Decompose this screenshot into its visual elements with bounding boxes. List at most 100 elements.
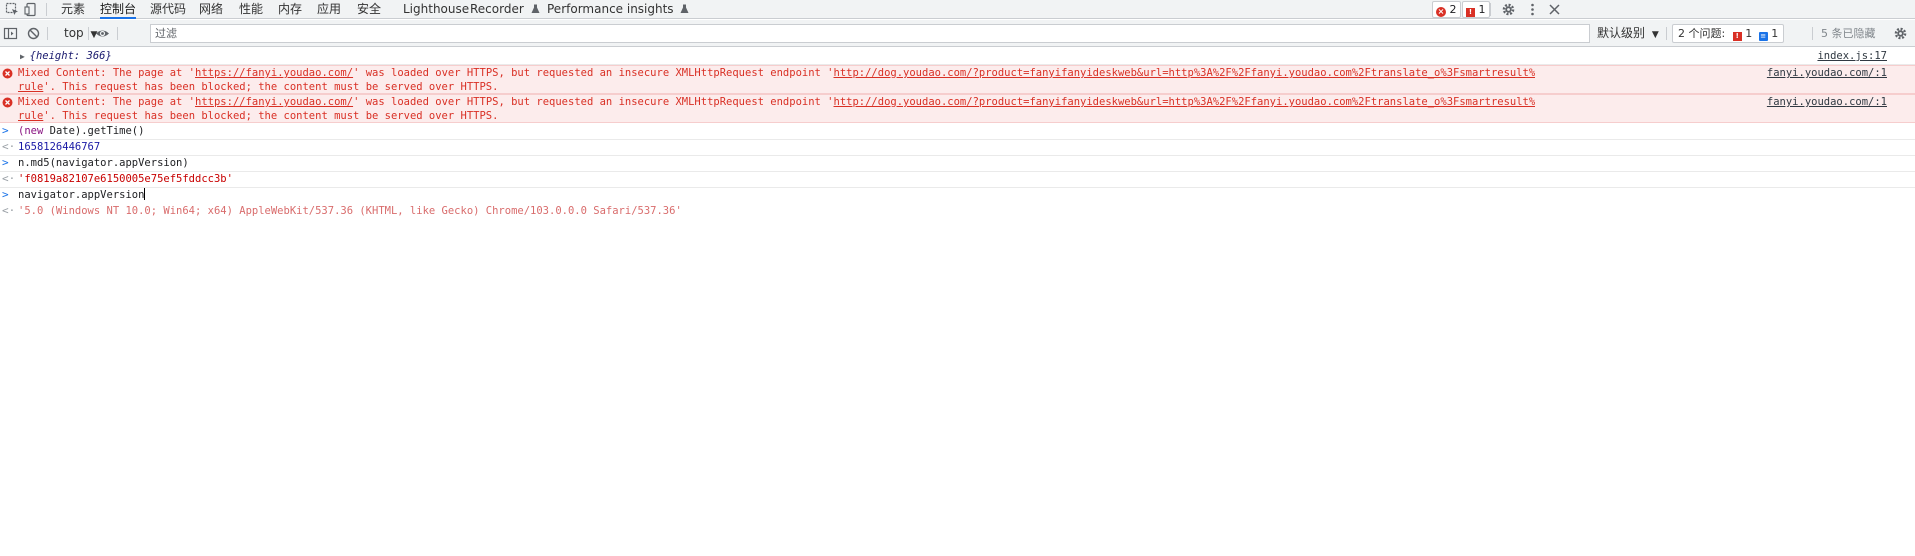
- object-preview[interactable]: ▶ {height: 366}: [20, 49, 1907, 64]
- tab-console[interactable]: 控制台: [100, 0, 137, 19]
- error-message-line-2: rule'. This request has been blocked; th…: [18, 109, 1907, 124]
- error-count: 2: [1449, 3, 1457, 16]
- error-text: ' was loaded over HTTPS, but requested a…: [353, 67, 834, 79]
- page-url-link[interactable]: https://fanyi.youdao.com/: [195, 96, 353, 108]
- devtools-tab-bar: 元素 控制台 源代码 网络 性能 内存 应用 安全 Lighthouse Rec…: [0, 0, 1915, 19]
- issues-count: 1: [1478, 3, 1486, 16]
- toolbar-divider: [117, 27, 118, 40]
- tab-recorder[interactable]: Recorder: [470, 0, 540, 19]
- error-icon: ×: [1436, 7, 1446, 17]
- input-prompt-icon: >: [2, 124, 9, 137]
- console-settings-gear-icon[interactable]: [1893, 26, 1908, 41]
- tab-application[interactable]: 应用: [317, 0, 341, 19]
- toolbar-divider: [47, 27, 48, 40]
- error-message-line-2: rule'. This request has been blocked; th…: [18, 80, 1907, 95]
- console-messages: ▶ {height: 366} index.js:17 Mixed Conten…: [0, 48, 1915, 556]
- result-arrow-icon: <·: [2, 172, 16, 185]
- info-message-icon: ≡: [1758, 32, 1768, 41]
- source-link[interactable]: fanyi.youdao.com/:1: [1767, 66, 1887, 81]
- hidden-messages-count: 5 条已隐藏: [1821, 27, 1876, 40]
- issues-button[interactable]: 2 个问题: ! 1 ≡ 1: [1672, 24, 1785, 43]
- live-expression-eye-icon[interactable]: [95, 26, 110, 41]
- input-prompt-icon: >: [2, 156, 9, 169]
- issues-count-badge[interactable]: ! 1: [1462, 1, 1490, 18]
- experimental-flask-icon: [680, 4, 689, 13]
- prompt-text: navigator.appVersion: [18, 189, 145, 201]
- tab-sources[interactable]: 源代码: [150, 0, 186, 19]
- toolbar-divider: [1490, 3, 1491, 16]
- device-toolbar-icon[interactable]: [24, 2, 39, 17]
- command-text[interactable]: (new Date).getTime(): [18, 124, 1907, 139]
- tab-performance[interactable]: 性能: [239, 0, 263, 19]
- issues-label: 2 个问题:: [1678, 27, 1726, 40]
- error-count-badge[interactable]: × 2: [1432, 1, 1461, 18]
- issues-info-count: 1: [1771, 27, 1779, 40]
- source-link[interactable]: index.js:17: [1817, 49, 1887, 64]
- error-text: Mixed Content: The page at ': [18, 96, 196, 108]
- more-options-icon[interactable]: [1525, 2, 1540, 17]
- endpoint-url-link[interactable]: http://dog.youdao.com/?product=fanyifany…: [834, 67, 1536, 79]
- console-prompt[interactable]: > navigator.appVersion: [0, 188, 1915, 204]
- error-text: ' was loaded over HTTPS, but requested a…: [353, 96, 834, 108]
- error-text: '. This request has been blocked; the co…: [43, 81, 499, 93]
- toolbar-divider: [1812, 27, 1813, 40]
- toolbar-divider: [1666, 27, 1667, 40]
- text-cursor: [144, 188, 146, 200]
- tab-performance-insights-label: Performance insights: [547, 2, 674, 16]
- console-error-message: Mixed Content: The page at 'https://fany…: [0, 65, 1915, 94]
- console-error-message: Mixed Content: The page at 'https://fany…: [0, 94, 1915, 123]
- eager-result-value: '5.0 (Windows NT 10.0; Win64; x64) Apple…: [18, 205, 682, 217]
- error-message-line-1: Mixed Content: The page at 'https://fany…: [18, 66, 1535, 81]
- experimental-flask-icon: [531, 4, 540, 13]
- tab-memory[interactable]: 内存: [278, 0, 302, 19]
- console-result: <· 1658126446767: [0, 140, 1915, 156]
- settings-gear-icon[interactable]: [1501, 2, 1516, 17]
- toolbar-divider: [88, 27, 89, 40]
- console-command: > (new Date).getTime(): [0, 124, 1915, 140]
- console-filter-bar: top ▼ 过滤 默认级别 ▼ 2 个问题: ! 1 ≡ 1 5 条已隐藏: [0, 20, 1915, 47]
- filter-input[interactable]: 过滤: [150, 24, 1590, 43]
- tab-security[interactable]: 安全: [357, 0, 381, 19]
- issues-error-count: 1: [1745, 27, 1753, 40]
- endpoint-url-link-tail[interactable]: rule: [18, 81, 43, 93]
- error-icon: [2, 97, 14, 109]
- command-text[interactable]: n.md5(navigator.appVersion): [18, 156, 1907, 171]
- expand-triangle-icon: ▶: [20, 52, 30, 61]
- result-value: 1658126446767: [18, 141, 101, 153]
- console-result: <· 'f0819a82107e6150005e75ef5fddcc3b': [0, 172, 1915, 188]
- error-message-line-1: Mixed Content: The page at 'https://fany…: [18, 95, 1535, 110]
- inspect-element-icon[interactable]: [5, 2, 20, 17]
- result-arrow-icon: <·: [2, 204, 16, 217]
- console-log-message: ▶ {height: 366} index.js:17: [0, 48, 1915, 65]
- chevron-down-icon: ▼: [1651, 30, 1659, 40]
- tab-recorder-label: Recorder: [470, 2, 524, 16]
- show-sidebar-icon[interactable]: [3, 26, 18, 41]
- endpoint-url-link-tail[interactable]: rule: [18, 110, 43, 122]
- error-text: Mixed Content: The page at ': [18, 67, 196, 79]
- log-level-value: 默认级别: [1597, 26, 1646, 40]
- log-level-select[interactable]: 默认级别 ▼: [1597, 25, 1659, 42]
- close-icon[interactable]: [1547, 2, 1562, 17]
- object-preview-text: {height: 366}: [29, 50, 112, 62]
- result-value: 'f0819a82107e6150005e75ef5fddcc3b': [18, 173, 233, 185]
- eager-evaluation-preview: <· '5.0 (Windows NT 10.0; Win64; x64) Ap…: [0, 204, 1915, 220]
- tab-network[interactable]: 网络: [199, 0, 223, 19]
- error-icon: [2, 68, 14, 80]
- tab-lighthouse[interactable]: Lighthouse: [403, 0, 469, 19]
- tab-performance-insights[interactable]: Performance insights: [547, 0, 689, 19]
- prompt-input[interactable]: navigator.appVersion: [18, 188, 146, 203]
- tab-elements[interactable]: 元素: [61, 0, 85, 19]
- error-text: '. This request has been blocked; the co…: [43, 110, 499, 122]
- command-rest: Date).getTime(): [43, 125, 145, 137]
- console-command: > n.md5(navigator.appVersion): [0, 156, 1915, 172]
- page-url-link[interactable]: https://fanyi.youdao.com/: [195, 67, 353, 79]
- clear-console-icon[interactable]: [26, 26, 41, 41]
- result-arrow-icon: <·: [2, 140, 16, 153]
- toolbar-divider: [46, 3, 47, 16]
- issue-flag-icon: !: [1732, 32, 1742, 41]
- execution-context-value: top: [64, 26, 84, 40]
- source-link[interactable]: fanyi.youdao.com/:1: [1767, 95, 1887, 110]
- endpoint-url-link[interactable]: http://dog.youdao.com/?product=fanyifany…: [834, 96, 1536, 108]
- command-keyword: (new: [18, 125, 44, 137]
- execution-context-select[interactable]: top ▼: [64, 25, 97, 42]
